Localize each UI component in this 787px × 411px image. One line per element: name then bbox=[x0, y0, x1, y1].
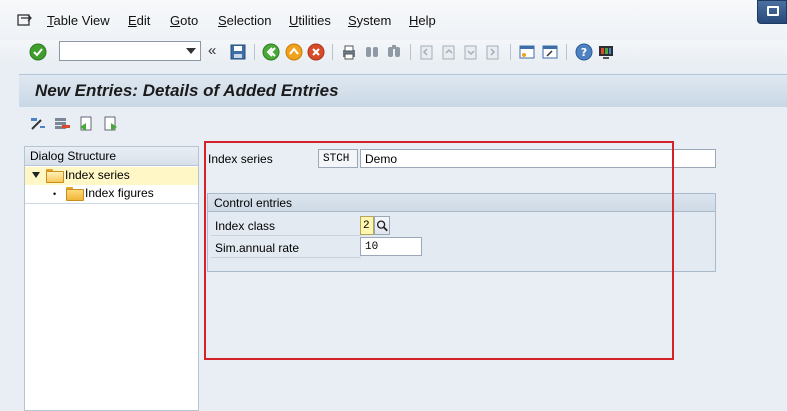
command-input[interactable] bbox=[60, 42, 180, 60]
svg-text:?: ? bbox=[581, 46, 587, 59]
last-page-icon[interactable] bbox=[484, 43, 502, 61]
toolbar-separator bbox=[566, 44, 567, 60]
sim-annual-rate-label: Sim.annual rate bbox=[215, 241, 300, 255]
cancel-icon[interactable] bbox=[307, 43, 325, 61]
back-icon[interactable] bbox=[262, 43, 280, 61]
menu-goto[interactable]: Goto bbox=[170, 13, 198, 28]
help-icon[interactable]: ? bbox=[575, 43, 593, 61]
menu-utilities[interactable]: Utilities bbox=[289, 13, 331, 28]
tree-item-label: Index series bbox=[65, 168, 130, 182]
index-class-input[interactable]: 2 bbox=[360, 216, 374, 235]
menu-bar: Table View Edit Goto Selection Utilities… bbox=[0, 0, 787, 40]
row-underline bbox=[211, 257, 361, 258]
toolbar-separator bbox=[332, 44, 333, 60]
exit-icon[interactable] bbox=[285, 43, 303, 61]
next-entry-icon[interactable] bbox=[102, 115, 120, 133]
find-next-icon[interactable] bbox=[385, 43, 403, 61]
menu-system[interactable]: System bbox=[348, 13, 391, 28]
panel-splitter[interactable] bbox=[199, 146, 204, 411]
standard-toolbar: « ? bbox=[0, 40, 787, 64]
title-bar: New Entries: Details of Added Entries bbox=[19, 74, 787, 107]
first-page-icon[interactable] bbox=[418, 43, 436, 61]
tree-item-label: Index figures bbox=[85, 186, 154, 200]
print-icon[interactable] bbox=[340, 43, 358, 61]
toolbar-separator bbox=[410, 44, 411, 60]
menu-help[interactable]: Help bbox=[409, 13, 436, 28]
value-help-button[interactable] bbox=[374, 216, 390, 235]
expand-arrow-icon[interactable] bbox=[32, 172, 40, 178]
dialog-structure-panel: Dialog Structure Index series • Index fi… bbox=[24, 146, 199, 411]
save-icon[interactable] bbox=[229, 43, 247, 61]
delete-row-icon[interactable] bbox=[53, 115, 71, 133]
find-icon[interactable] bbox=[363, 43, 381, 61]
enter-checkmark-icon[interactable] bbox=[29, 43, 47, 61]
dialog-structure-header: Dialog Structure bbox=[25, 147, 198, 166]
window-restore-button[interactable] bbox=[757, 0, 787, 24]
previous-page-icon[interactable] bbox=[440, 43, 458, 61]
previous-entry-icon[interactable] bbox=[77, 115, 95, 133]
tree-item-index-figures[interactable]: • Index figures bbox=[25, 185, 198, 203]
tree-item-index-series[interactable]: Index series bbox=[25, 167, 198, 185]
sim-annual-rate-input[interactable]: 10 bbox=[360, 237, 422, 256]
next-page-icon[interactable] bbox=[462, 43, 480, 61]
folder-icon bbox=[66, 187, 84, 201]
shortcut-icon[interactable] bbox=[541, 43, 559, 61]
index-series-label: Index series bbox=[208, 152, 273, 166]
menu-window-icon[interactable] bbox=[17, 13, 33, 27]
page-title: New Entries: Details of Added Entries bbox=[35, 81, 339, 100]
toolbar-separator bbox=[510, 44, 511, 60]
command-field[interactable] bbox=[59, 41, 201, 61]
tree-divider bbox=[25, 203, 198, 204]
tree-bullet: • bbox=[53, 189, 57, 199]
folder-open-icon bbox=[46, 169, 64, 183]
control-entries-group: Control entries bbox=[207, 193, 716, 272]
restore-icon bbox=[767, 6, 779, 16]
collapse-field-icon[interactable]: « bbox=[208, 42, 216, 59]
customize-layout-icon[interactable] bbox=[597, 43, 615, 61]
row-underline bbox=[211, 235, 361, 236]
index-series-description-field[interactable]: Demo bbox=[360, 149, 716, 168]
search-icon bbox=[376, 220, 388, 232]
index-class-label: Index class bbox=[215, 219, 276, 233]
application-toolbar bbox=[19, 107, 787, 141]
menu-selection[interactable]: Selection bbox=[218, 13, 271, 28]
index-series-code-field: STCH bbox=[318, 149, 358, 168]
menu-edit[interactable]: Edit bbox=[128, 13, 150, 28]
toolbar-separator bbox=[254, 44, 255, 60]
chevron-down-icon[interactable] bbox=[186, 48, 196, 54]
menu-table-view[interactable]: Table View bbox=[47, 13, 110, 28]
display-change-icon[interactable] bbox=[29, 115, 47, 133]
control-entries-title: Control entries bbox=[208, 194, 715, 212]
create-session-icon[interactable] bbox=[518, 43, 536, 61]
